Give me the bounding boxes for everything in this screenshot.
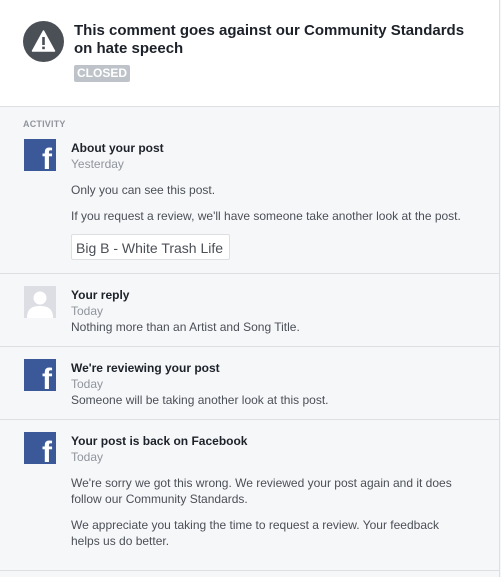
divider bbox=[0, 570, 499, 571]
entry-timestamp: Yesterday bbox=[71, 157, 124, 171]
activity-heading: ACTIVITY bbox=[23, 119, 66, 129]
entry-title: About your post bbox=[71, 141, 164, 155]
entry-text: We appreciate you taking the time to req… bbox=[71, 518, 440, 548]
facebook-logo-icon: f bbox=[24, 359, 56, 391]
divider bbox=[0, 419, 499, 420]
status-badge: CLOSED bbox=[74, 65, 131, 82]
entry-text: Someone will be taking another look at t… bbox=[71, 393, 329, 407]
entry-timestamp: Today bbox=[71, 450, 104, 464]
post-preview[interactable]: Big B - White Trash Life bbox=[71, 234, 230, 260]
entry-text: Only you can see this post. bbox=[71, 183, 216, 197]
entry-title: Your reply bbox=[71, 288, 130, 302]
entry-text: We're sorry we got this wrong. We review… bbox=[71, 476, 452, 506]
facebook-logo-icon: f bbox=[24, 139, 56, 171]
entry-timestamp: Today bbox=[71, 377, 104, 391]
notice-title: This comment goes against our Community … bbox=[74, 22, 465, 57]
entry-title: We're reviewing your post bbox=[71, 361, 220, 375]
user-avatar-icon[interactable] bbox=[24, 286, 56, 318]
warning-icon bbox=[23, 21, 64, 62]
divider bbox=[0, 346, 499, 347]
facebook-logo-icon: f bbox=[24, 432, 56, 464]
entry-title: Your post is back on Facebook bbox=[71, 434, 248, 448]
notice-header: This comment goes against our Community … bbox=[0, 0, 500, 107]
entry-text: If you request a review, we'll have some… bbox=[71, 209, 461, 223]
divider bbox=[0, 273, 499, 274]
entry-text: Nothing more than an Artist and Song Tit… bbox=[71, 320, 300, 334]
entry-timestamp: Today bbox=[71, 304, 104, 318]
